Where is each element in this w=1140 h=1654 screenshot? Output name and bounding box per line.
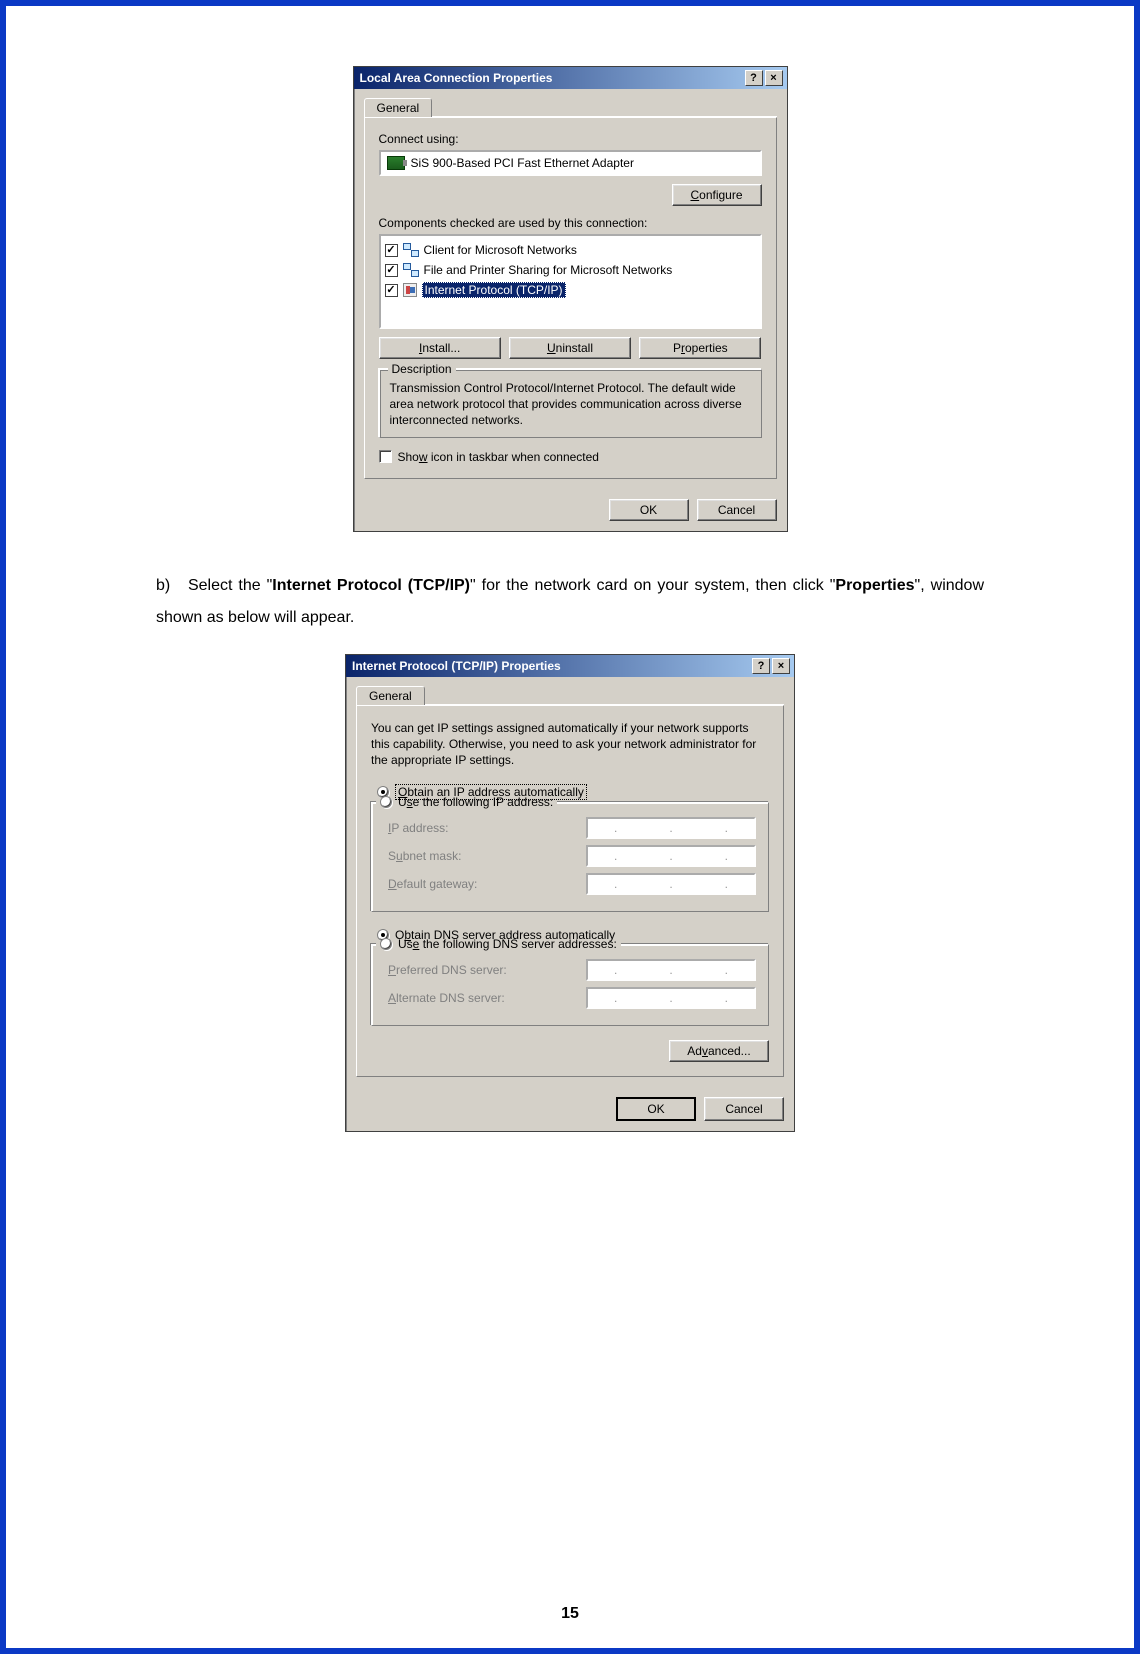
- radio-unchecked-icon[interactable]: [380, 938, 392, 950]
- install-button[interactable]: Install...: [379, 337, 501, 359]
- ok-button[interactable]: OK: [616, 1097, 696, 1121]
- pref-dns-row: Preferred DNS server: ...: [388, 959, 756, 981]
- description-groupbox: Description Transmission Control Protoco…: [379, 369, 762, 438]
- client-icon: [403, 243, 419, 257]
- gateway-row: Default gateway: ...: [388, 873, 756, 895]
- ip-address-row: IP address: ...: [388, 817, 756, 839]
- item-label: Client for Microsoft Networks: [424, 243, 577, 257]
- components-listbox[interactable]: Client for Microsoft Networks File and P…: [379, 234, 762, 329]
- description-legend: Description: [388, 362, 456, 376]
- dialog2-wrap: Internet Protocol (TCP/IP) Properties ? …: [76, 654, 1064, 1133]
- help-button[interactable]: ?: [752, 658, 770, 674]
- adapter-field: SiS 900-Based PCI Fast Ethernet Adapter: [379, 150, 762, 176]
- pref-dns-label: Preferred DNS server:: [388, 963, 586, 977]
- tab-panel: You can get IP settings assigned automat…: [356, 705, 784, 1078]
- dialog1-wrap: Local Area Connection Properties ? × Gen…: [76, 66, 1064, 532]
- checkbox-icon[interactable]: [385, 284, 398, 297]
- list-marker: b): [156, 570, 182, 602]
- tab-label: General: [377, 101, 420, 115]
- ip-address-input[interactable]: ...: [586, 817, 756, 839]
- dialog-footer: OK Cancel: [346, 1087, 794, 1131]
- alt-dns-label: Alternate DNS server:: [388, 991, 586, 1005]
- network-card-icon: [387, 156, 405, 170]
- local-area-connection-dialog: Local Area Connection Properties ? × Gen…: [353, 66, 788, 532]
- checkbox-icon[interactable]: [385, 264, 398, 277]
- radio-use-ip[interactable]: Use the following IP address:: [376, 795, 557, 809]
- info-text: You can get IP settings assigned automat…: [371, 720, 769, 769]
- radio-use-dns[interactable]: Use the following DNS server addresses:: [376, 937, 621, 951]
- radio-label: Use the following DNS server addresses:: [398, 937, 617, 951]
- ip-fieldset: Use the following IP address: IP address…: [371, 802, 769, 912]
- configure-button[interactable]: Configure: [672, 184, 762, 206]
- tcpip-properties-dialog: Internet Protocol (TCP/IP) Properties ? …: [345, 654, 795, 1133]
- radio-unchecked-icon[interactable]: [380, 796, 392, 808]
- help-button[interactable]: ?: [745, 70, 763, 86]
- cancel-button[interactable]: Cancel: [697, 499, 777, 521]
- uninstall-button[interactable]: Uninstall: [509, 337, 631, 359]
- pref-dns-input[interactable]: ...: [586, 959, 756, 981]
- bold-term: Properties: [835, 577, 914, 594]
- titlebar: Local Area Connection Properties ? ×: [354, 67, 787, 89]
- gateway-input[interactable]: ...: [586, 873, 756, 895]
- checkbox-unchecked-icon[interactable]: [379, 450, 392, 463]
- adapter-name: SiS 900-Based PCI Fast Ethernet Adapter: [411, 156, 634, 170]
- dialog-body: General You can get IP settings assigned…: [346, 677, 794, 1088]
- dns-fieldset: Use the following DNS server addresses: …: [371, 944, 769, 1026]
- advanced-button[interactable]: Advanced...: [669, 1040, 769, 1062]
- dialog-title: Local Area Connection Properties: [360, 71, 743, 85]
- close-button[interactable]: ×: [765, 70, 783, 86]
- components-label: Components checked are used by this conn…: [379, 216, 762, 230]
- dialog-title: Internet Protocol (TCP/IP) Properties: [352, 659, 750, 673]
- list-item[interactable]: File and Printer Sharing for Microsoft N…: [385, 260, 756, 280]
- page-number: 15: [6, 1605, 1134, 1623]
- titlebar: Internet Protocol (TCP/IP) Properties ? …: [346, 655, 794, 677]
- cancel-button[interactable]: Cancel: [704, 1097, 784, 1121]
- alt-dns-input[interactable]: ...: [586, 987, 756, 1009]
- instruction-text: Select the "Internet Protocol (TCP/IP)" …: [156, 577, 984, 626]
- checkbox-icon[interactable]: [385, 244, 398, 257]
- subnet-input[interactable]: ...: [586, 845, 756, 867]
- tcpip-icon: [403, 283, 417, 297]
- description-text: Transmission Control Protocol/Internet P…: [390, 380, 751, 429]
- tab-panel: Connect using: SiS 900-Based PCI Fast Et…: [364, 117, 777, 479]
- item-label: File and Printer Sharing for Microsoft N…: [424, 263, 673, 277]
- help-icon: ?: [750, 72, 757, 84]
- alt-dns-row: Alternate DNS server: ...: [388, 987, 756, 1009]
- subnet-label: Subnet mask:: [388, 849, 586, 863]
- properties-button[interactable]: Properties: [639, 337, 761, 359]
- close-icon: ×: [778, 660, 784, 672]
- tab-general[interactable]: General: [364, 98, 433, 117]
- tabstrip: General: [356, 685, 784, 705]
- item-label-selected: Internet Protocol (TCP/IP): [422, 282, 566, 298]
- configure-label: onfigure: [699, 188, 742, 202]
- subnet-row: Subnet mask: ...: [388, 845, 756, 867]
- dialog-footer: OK Cancel: [354, 489, 787, 531]
- list-item[interactable]: Client for Microsoft Networks: [385, 240, 756, 260]
- tabstrip: General: [364, 97, 777, 117]
- close-icon: ×: [770, 72, 776, 84]
- document-page: Local Area Connection Properties ? × Gen…: [0, 0, 1140, 1654]
- tab-label: General: [369, 689, 412, 703]
- fileshare-icon: [403, 263, 419, 277]
- show-icon-label: Show icon in taskbar when connected: [398, 450, 599, 464]
- radio-label: Use the following IP address:: [398, 795, 553, 809]
- ok-button[interactable]: OK: [609, 499, 689, 521]
- help-icon: ?: [758, 660, 765, 672]
- connect-using-label: Connect using:: [379, 132, 762, 146]
- gateway-label: Default gateway:: [388, 877, 586, 891]
- close-button[interactable]: ×: [772, 658, 790, 674]
- instruction-paragraph: b) Select the "Internet Protocol (TCP/IP…: [156, 570, 984, 634]
- tab-general[interactable]: General: [356, 686, 425, 705]
- show-icon-row[interactable]: Show icon in taskbar when connected: [379, 450, 762, 464]
- list-item[interactable]: Internet Protocol (TCP/IP): [385, 280, 756, 300]
- dialog-body: General Connect using: SiS 900-Based PCI…: [354, 89, 787, 489]
- bold-term: Internet Protocol (TCP/IP): [272, 577, 470, 594]
- ip-address-label: IP address:: [388, 821, 586, 835]
